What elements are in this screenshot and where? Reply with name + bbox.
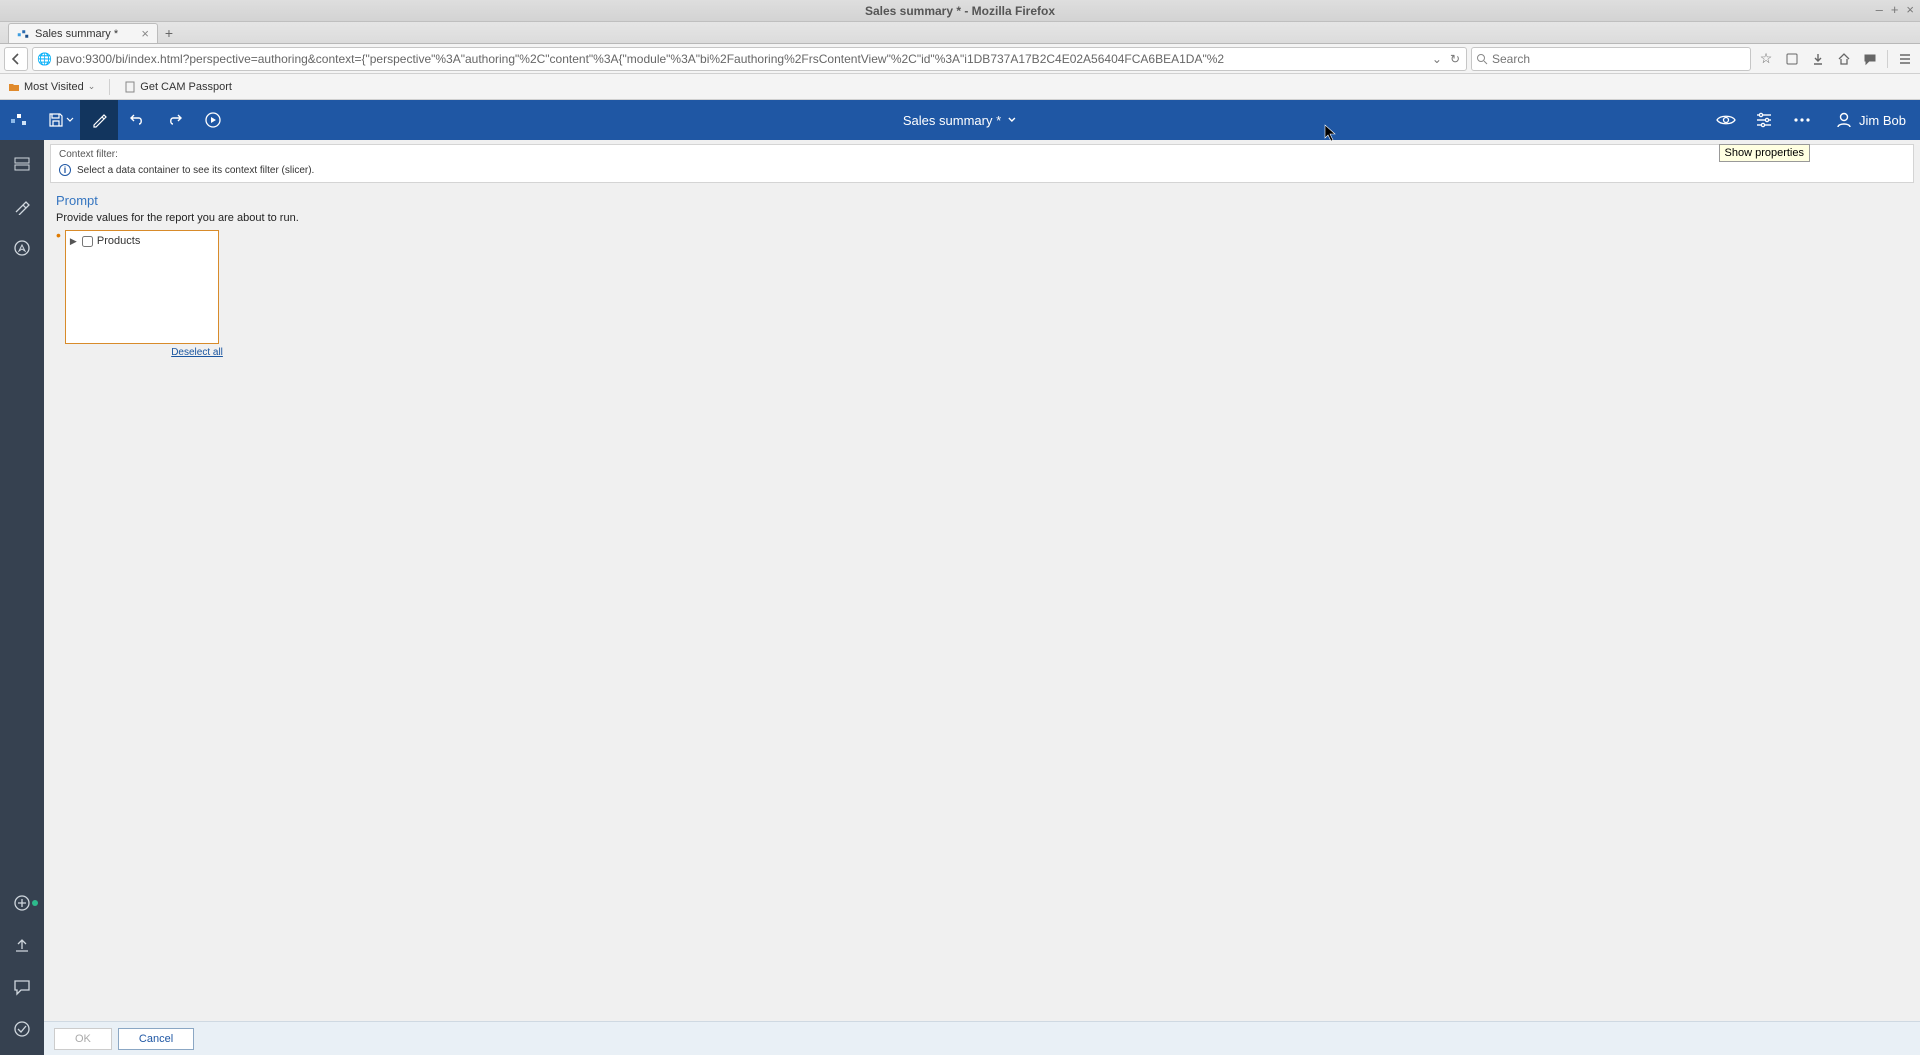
user-icon (1835, 111, 1853, 129)
sliders-icon (1755, 111, 1773, 129)
info-icon: i (59, 164, 71, 176)
tree-checkbox[interactable] (82, 236, 93, 247)
add-button[interactable] (8, 889, 36, 917)
required-indicator-icon: • (56, 230, 61, 240)
chat-icon[interactable] (1859, 48, 1881, 70)
bookmark-get-cam-passport[interactable]: Get CAM Passport (124, 81, 232, 93)
tooltip-show-properties: Show properties (1719, 144, 1811, 162)
context-filter-label: Context filter: (59, 149, 1905, 160)
url-field[interactable]: 🌐 pavo:9300/bi/index.html?perspective=au… (32, 47, 1467, 71)
reload-icon[interactable]: ↻ (1448, 52, 1462, 66)
browser-search-input[interactable] (1492, 52, 1746, 66)
prompt-footer: OK Cancel (44, 1021, 1920, 1055)
report-title-dropdown[interactable]: Sales summary * (903, 113, 1017, 128)
window-maximize-button[interactable]: + (1891, 2, 1899, 17)
new-tab-button[interactable]: + (158, 23, 180, 43)
context-filter-info-text: Select a data container to see its conte… (77, 165, 314, 176)
edit-mode-button[interactable] (80, 100, 118, 140)
share-button[interactable] (8, 931, 36, 959)
ok-button[interactable]: OK (54, 1028, 112, 1050)
undo-button[interactable] (118, 100, 156, 140)
upload-icon (13, 936, 31, 954)
window-close-button[interactable]: × (1906, 2, 1914, 17)
prompt-description: Provide values for the report you are ab… (56, 212, 1908, 224)
toolbar-separator (1887, 50, 1888, 68)
navigate-button[interactable] (8, 234, 36, 262)
downloads-icon[interactable] (1807, 48, 1829, 70)
app-bar: Sales summary * Jim Bob Show properties (0, 100, 1920, 140)
context-filter-panel: Context filter: i Select a data containe… (50, 144, 1914, 183)
tab-close-icon[interactable]: × (141, 26, 149, 41)
tree-node-label: Products (97, 235, 140, 247)
chevron-down-icon (66, 116, 74, 124)
bookmark-star-icon[interactable]: ☆ (1755, 48, 1777, 70)
app-switcher-button[interactable] (0, 100, 38, 140)
validate-button[interactable] (8, 1015, 36, 1043)
pencil-icon (91, 112, 107, 128)
page-icon (124, 81, 136, 93)
home-icon[interactable] (1833, 48, 1855, 70)
bookmark-label: Get CAM Passport (140, 81, 232, 93)
more-menu-button[interactable] (1783, 100, 1821, 140)
tree-row[interactable]: ▶ Products (70, 235, 214, 247)
content-area: Context filter: i Select a data containe… (44, 140, 1920, 1055)
prompt-tree[interactable]: ▶ Products (65, 230, 219, 344)
window-minimize-button[interactable]: – (1876, 2, 1883, 17)
check-circle-icon (13, 1020, 31, 1038)
data-source-icon (13, 155, 31, 173)
undo-icon (128, 111, 146, 129)
save-icon (48, 112, 64, 128)
cognos-favicon-icon (17, 28, 29, 40)
eye-icon (1716, 113, 1736, 127)
preview-button[interactable] (1707, 100, 1745, 140)
plus-circle-icon (13, 894, 31, 912)
chat-icon (13, 978, 31, 996)
url-text: pavo:9300/bi/index.html?perspective=auth… (56, 52, 1426, 66)
search-icon (1476, 53, 1488, 65)
properties-button[interactable] (1745, 100, 1783, 140)
status-dot-icon (32, 900, 38, 906)
compass-icon (13, 239, 31, 257)
username-label: Jim Bob (1859, 113, 1906, 128)
url-history-dropdown-icon[interactable]: ⌄ (1430, 52, 1444, 66)
bookmarks-bar: Most Visited ⌄ Get CAM Passport (0, 74, 1920, 100)
browser-search-field[interactable] (1471, 47, 1751, 71)
tree-expand-icon[interactable]: ▶ (70, 236, 78, 247)
user-menu[interactable]: Jim Bob (1821, 111, 1920, 129)
left-rail (0, 140, 44, 1055)
window-title: Sales summary * - Mozilla Firefox (865, 4, 1055, 18)
prompt-section: Prompt Provide values for the report you… (44, 187, 1920, 1021)
comment-button[interactable] (8, 973, 36, 1001)
save-menu-button[interactable] (38, 100, 80, 140)
redo-button[interactable] (156, 100, 194, 140)
os-titlebar: Sales summary * - Mozilla Firefox – + × (0, 0, 1920, 22)
cancel-button[interactable]: Cancel (118, 1028, 194, 1050)
ellipsis-icon (1793, 117, 1811, 123)
run-button[interactable] (194, 100, 232, 140)
bookmark-separator (109, 79, 110, 95)
browser-tab[interactable]: Sales summary * × (8, 23, 158, 43)
chevron-down-icon: ⌄ (88, 81, 96, 92)
browser-tabstrip: Sales summary * × + (0, 22, 1920, 44)
hammer-icon (13, 197, 31, 215)
prompt-heading: Prompt (56, 193, 1908, 208)
hamburger-menu-icon[interactable] (1894, 48, 1916, 70)
chevron-down-icon (1007, 115, 1017, 125)
data-panel-button[interactable] (8, 150, 36, 178)
back-arrow-icon (10, 53, 22, 65)
report-title: Sales summary * (903, 113, 1001, 128)
globe-icon: 🌐 (37, 52, 52, 66)
pocket-icon[interactable] (1781, 48, 1803, 70)
app-grid-icon (10, 111, 28, 129)
play-circle-icon (204, 111, 222, 129)
nav-back-button[interactable] (4, 47, 28, 71)
browser-urlbar-row: 🌐 pavo:9300/bi/index.html?perspective=au… (0, 44, 1920, 74)
redo-icon (166, 111, 184, 129)
tab-label: Sales summary * (35, 28, 118, 40)
toolbox-button[interactable] (8, 192, 36, 220)
folder-icon (8, 81, 20, 93)
bookmark-most-visited[interactable]: Most Visited ⌄ (8, 81, 95, 93)
deselect-all-link[interactable]: Deselect all (65, 347, 223, 358)
bookmark-label: Most Visited (24, 81, 84, 93)
